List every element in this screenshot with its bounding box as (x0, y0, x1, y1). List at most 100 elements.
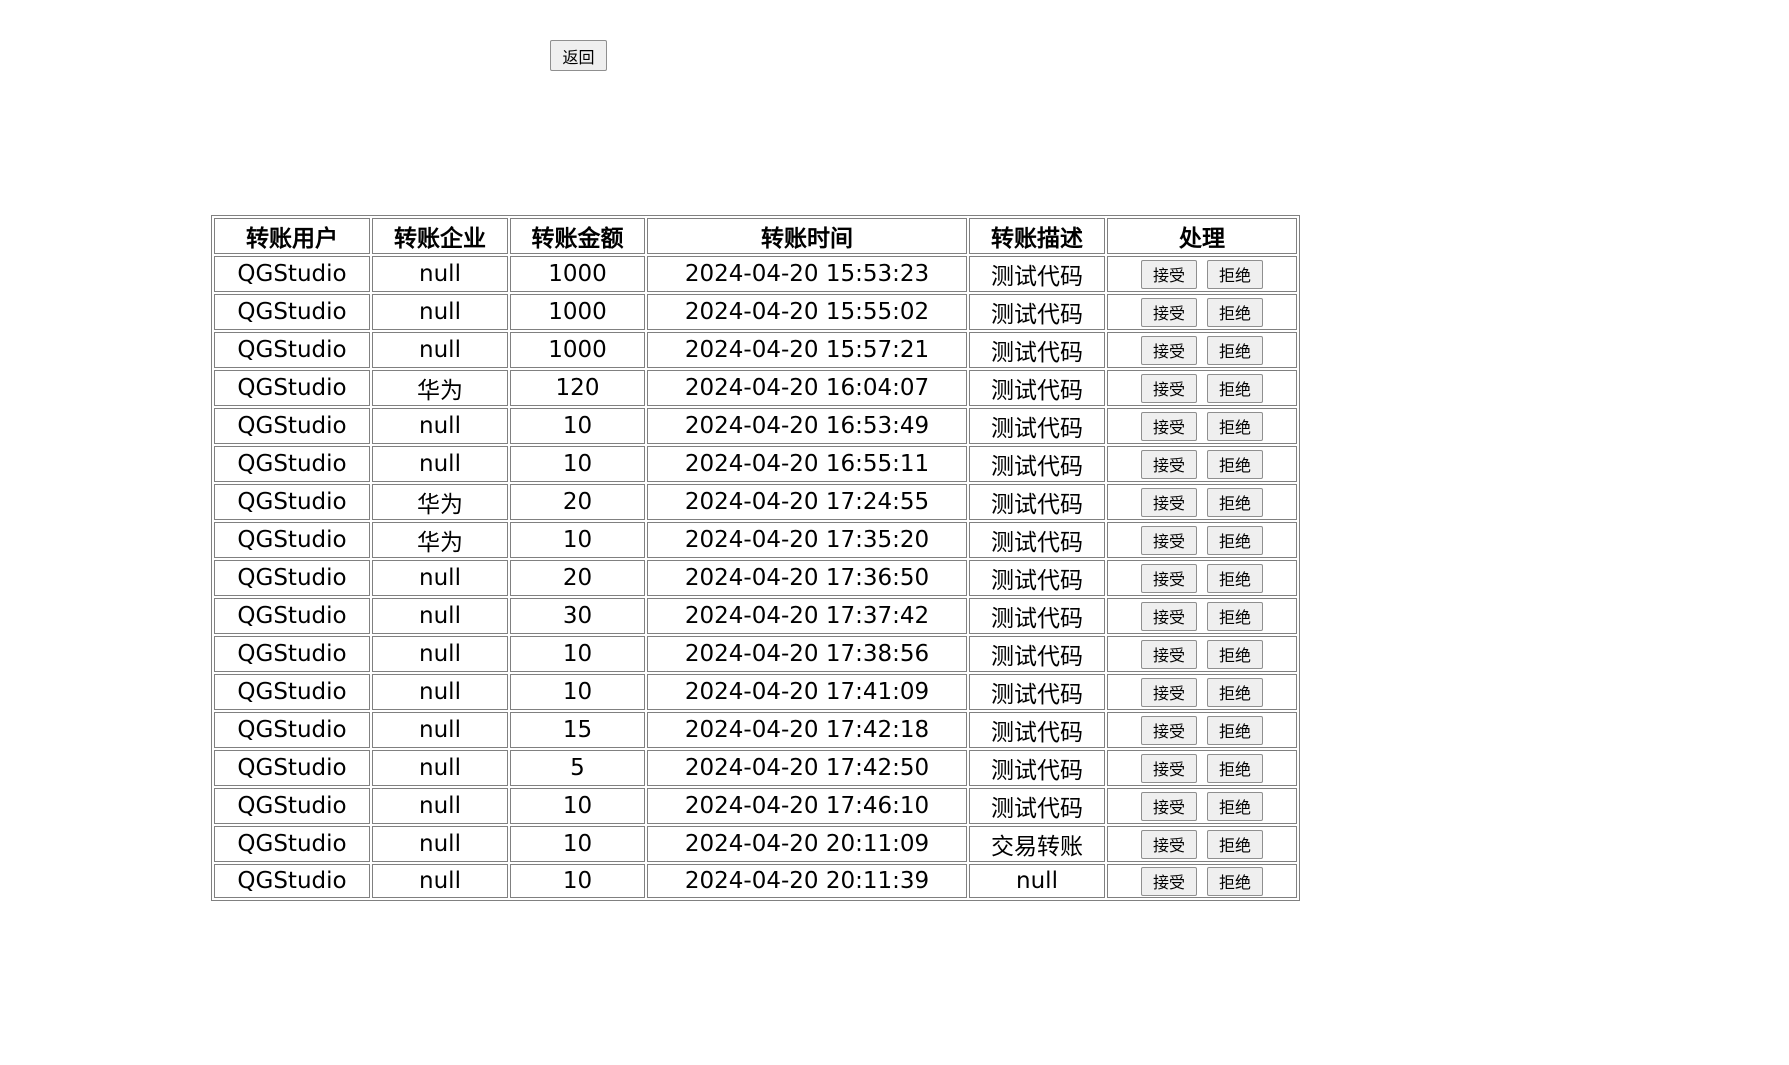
cell-company: null (372, 560, 508, 596)
accept-button[interactable]: 接受 (1141, 639, 1197, 669)
cell-description: 测试代码 (969, 522, 1105, 558)
reject-button[interactable]: 拒绝 (1207, 677, 1263, 707)
reject-button[interactable]: 拒绝 (1207, 525, 1263, 555)
accept-button[interactable]: 接受 (1141, 791, 1197, 821)
reject-button[interactable]: 拒绝 (1207, 715, 1263, 745)
cell-description: 测试代码 (969, 294, 1105, 330)
reject-button[interactable]: 拒绝 (1207, 829, 1263, 859)
cell-description: 测试代码 (969, 712, 1105, 748)
reject-button[interactable]: 拒绝 (1207, 411, 1263, 441)
cell-company: null (372, 256, 508, 292)
reject-button[interactable]: 拒绝 (1207, 335, 1263, 365)
cell-actions: 接受 拒绝 (1107, 598, 1297, 634)
cell-actions: 接受 拒绝 (1107, 826, 1297, 862)
cell-user: QGStudio (214, 484, 370, 520)
cell-amount: 30 (510, 598, 645, 634)
cell-amount: 15 (510, 712, 645, 748)
accept-button[interactable]: 接受 (1141, 335, 1197, 365)
back-button[interactable]: 返回 (550, 40, 607, 71)
accept-button[interactable]: 接受 (1141, 753, 1197, 783)
cell-time: 2024-04-20 17:41:09 (647, 674, 967, 710)
reject-button[interactable]: 拒绝 (1207, 373, 1263, 403)
table-row: QGStudio null 10 2024-04-20 20:11:09 交易转账 接受拒… (214, 826, 1297, 862)
table-row: QGStudio null 10 2024-04-20 17:38:56 测试代码 接受拒… (214, 636, 1297, 672)
cell-user: QGStudio (214, 408, 370, 444)
cell-description: 测试代码 (969, 370, 1105, 406)
accept-button[interactable]: 接受 (1141, 525, 1197, 555)
cell-user: QGStudio (214, 560, 370, 596)
table-row: QGStudio null 1000 2024-04-20 15:57:21 测试代码接… (214, 332, 1297, 368)
cell-actions: 接受 拒绝 (1107, 484, 1297, 520)
cell-time: 2024-04-20 17:36:50 (647, 560, 967, 596)
cell-user: QGStudio (214, 674, 370, 710)
cell-user: QGStudio (214, 712, 370, 748)
header-actions: 处理 (1107, 218, 1297, 254)
cell-time: 2024-04-20 17:46:10 (647, 788, 967, 824)
cell-amount: 1000 (510, 332, 645, 368)
accept-button[interactable]: 接受 (1141, 487, 1197, 517)
reject-button[interactable]: 拒绝 (1207, 297, 1263, 327)
cell-description: 测试代码 (969, 674, 1105, 710)
cell-time: 2024-04-20 15:57:21 (647, 332, 967, 368)
accept-button[interactable]: 接受 (1141, 297, 1197, 327)
cell-amount: 20 (510, 560, 645, 596)
accept-button[interactable]: 接受 (1141, 563, 1197, 593)
cell-company: null (372, 826, 508, 862)
cell-user: QGStudio (214, 332, 370, 368)
cell-amount: 10 (510, 864, 645, 898)
table-row: QGStudio 华为 10 2024-04-20 17:35:20 测试代码 接受 拒绝 (214, 522, 1297, 558)
reject-button[interactable]: 拒绝 (1207, 639, 1263, 669)
table-row: QGStudio null 10 2024-04-20 16:53:49 测试代码 接受拒… (214, 408, 1297, 444)
accept-button[interactable]: 接受 (1141, 373, 1197, 403)
cell-company: null (372, 864, 508, 898)
table-row: QGStudio null 20 2024-04-20 17:36:50 测试代码 接受拒… (214, 560, 1297, 596)
accept-button[interactable]: 接受 (1141, 677, 1197, 707)
cell-description: 测试代码 (969, 408, 1105, 444)
cell-user: QGStudio (214, 370, 370, 406)
header-transfer-company: 转账企业 (372, 218, 508, 254)
reject-button[interactable]: 拒绝 (1207, 791, 1263, 821)
cell-time: 2024-04-20 16:55:11 (647, 446, 967, 482)
cell-company: null (372, 712, 508, 748)
cell-company: null (372, 750, 508, 786)
cell-company: 华为 (372, 370, 508, 406)
cell-actions: 接受 拒绝 (1107, 408, 1297, 444)
cell-actions: 接受 拒绝 (1107, 788, 1297, 824)
cell-amount: 5 (510, 750, 645, 786)
cell-description: 测试代码 (969, 560, 1105, 596)
accept-button[interactable]: 接受 (1141, 449, 1197, 479)
accept-button[interactable]: 接受 (1141, 601, 1197, 631)
header-transfer-user: 转账用户 (214, 218, 370, 254)
table-body: QGStudio null 1000 2024-04-20 15:53:23 测试代码接… (214, 256, 1297, 898)
accept-button[interactable]: 接受 (1141, 259, 1197, 289)
table-row: QGStudio null 1000 2024-04-20 15:53:23 测试代码接… (214, 256, 1297, 292)
table-header: 转账用户 转账企业 转账金额 转账时间 转账描述 处理 (214, 218, 1297, 254)
accept-button[interactable]: 接受 (1141, 715, 1197, 745)
cell-amount: 10 (510, 674, 645, 710)
cell-user: QGStudio (214, 864, 370, 898)
reject-button[interactable]: 拒绝 (1207, 449, 1263, 479)
reject-button[interactable]: 拒绝 (1207, 601, 1263, 631)
cell-company: null (372, 446, 508, 482)
cell-time: 2024-04-20 20:11:09 (647, 826, 967, 862)
cell-company: 华为 (372, 522, 508, 558)
table-row: QGStudio null 10 2024-04-20 17:46:10 测试代码 接受拒… (214, 788, 1297, 824)
reject-button[interactable]: 拒绝 (1207, 259, 1263, 289)
cell-user: QGStudio (214, 294, 370, 330)
cell-actions: 接受 拒绝 (1107, 370, 1297, 406)
reject-button[interactable]: 拒绝 (1207, 753, 1263, 783)
reject-button[interactable]: 拒绝 (1207, 866, 1263, 896)
reject-button[interactable]: 拒绝 (1207, 563, 1263, 593)
cell-company: null (372, 332, 508, 368)
cell-time: 2024-04-20 15:55:02 (647, 294, 967, 330)
accept-button[interactable]: 接受 (1141, 829, 1197, 859)
cell-company: 华为 (372, 484, 508, 520)
accept-button[interactable]: 接受 (1141, 411, 1197, 441)
accept-button[interactable]: 接受 (1141, 866, 1197, 896)
cell-time: 2024-04-20 17:24:55 (647, 484, 967, 520)
cell-time: 2024-04-20 16:04:07 (647, 370, 967, 406)
cell-company: null (372, 636, 508, 672)
cell-user: QGStudio (214, 598, 370, 634)
cell-company: null (372, 598, 508, 634)
reject-button[interactable]: 拒绝 (1207, 487, 1263, 517)
